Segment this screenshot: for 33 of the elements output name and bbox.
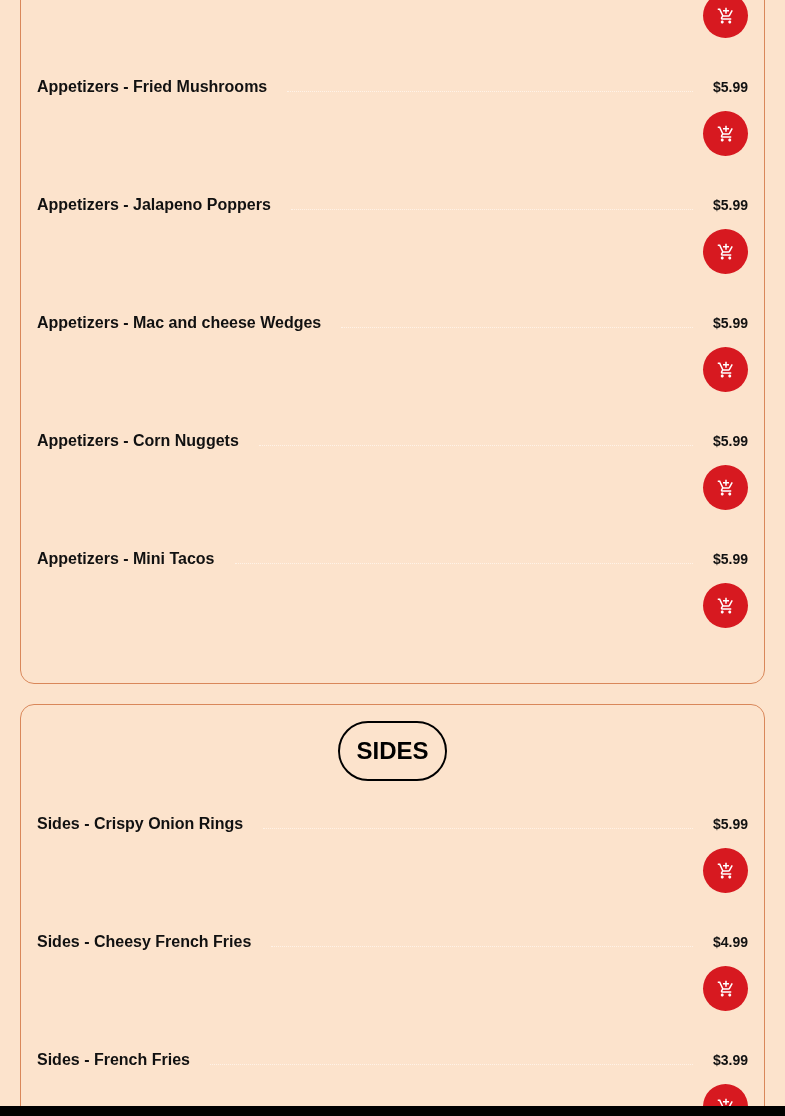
cart-plus-icon — [716, 6, 735, 25]
add-to-cart-button[interactable] — [703, 966, 748, 1011]
add-to-cart-button[interactable] — [703, 111, 748, 156]
item-price: $5.99 — [712, 431, 748, 451]
cart-plus-icon — [716, 124, 735, 143]
add-to-cart-button[interactable] — [703, 229, 748, 274]
item-name: Appetizers - Fried Mushrooms — [37, 77, 268, 97]
cart-plus-icon — [716, 242, 735, 261]
cart-plus-icon — [716, 360, 735, 379]
item-name: Appetizers - Corn Nuggets — [37, 431, 239, 451]
cart-plus-icon — [716, 478, 735, 497]
cart-plus-icon — [716, 979, 735, 998]
section-title: SIDES — [338, 721, 447, 781]
add-to-cart-button[interactable] — [703, 583, 748, 628]
item-name: Appetizers - Mac and cheese Wedges — [37, 313, 322, 333]
item-price: $5.99 — [712, 77, 748, 97]
cart-plus-icon — [716, 596, 735, 615]
item-name: Sides - Cheesy French Fries — [37, 932, 252, 952]
item-price: $5.99 — [712, 814, 748, 834]
cart-plus-icon — [716, 861, 735, 880]
item-name: Appetizers - Jalapeno Poppers — [37, 195, 271, 215]
item-price: $3.99 — [712, 1050, 748, 1070]
add-to-cart-button[interactable] — [703, 0, 748, 38]
item-price: $5.99 — [712, 195, 748, 215]
item-price: $5.99 — [712, 313, 748, 333]
item-price: $4.99 — [712, 932, 748, 952]
add-to-cart-button[interactable] — [703, 848, 748, 893]
add-to-cart-button[interactable] — [703, 347, 748, 392]
item-name: Sides - French Fries — [37, 1050, 190, 1070]
item-name: Sides - Crispy Onion Rings — [37, 814, 244, 834]
add-to-cart-button[interactable] — [703, 465, 748, 510]
item-name: Appetizers - Mini Tacos — [37, 549, 215, 569]
item-price: $5.99 — [712, 549, 748, 569]
